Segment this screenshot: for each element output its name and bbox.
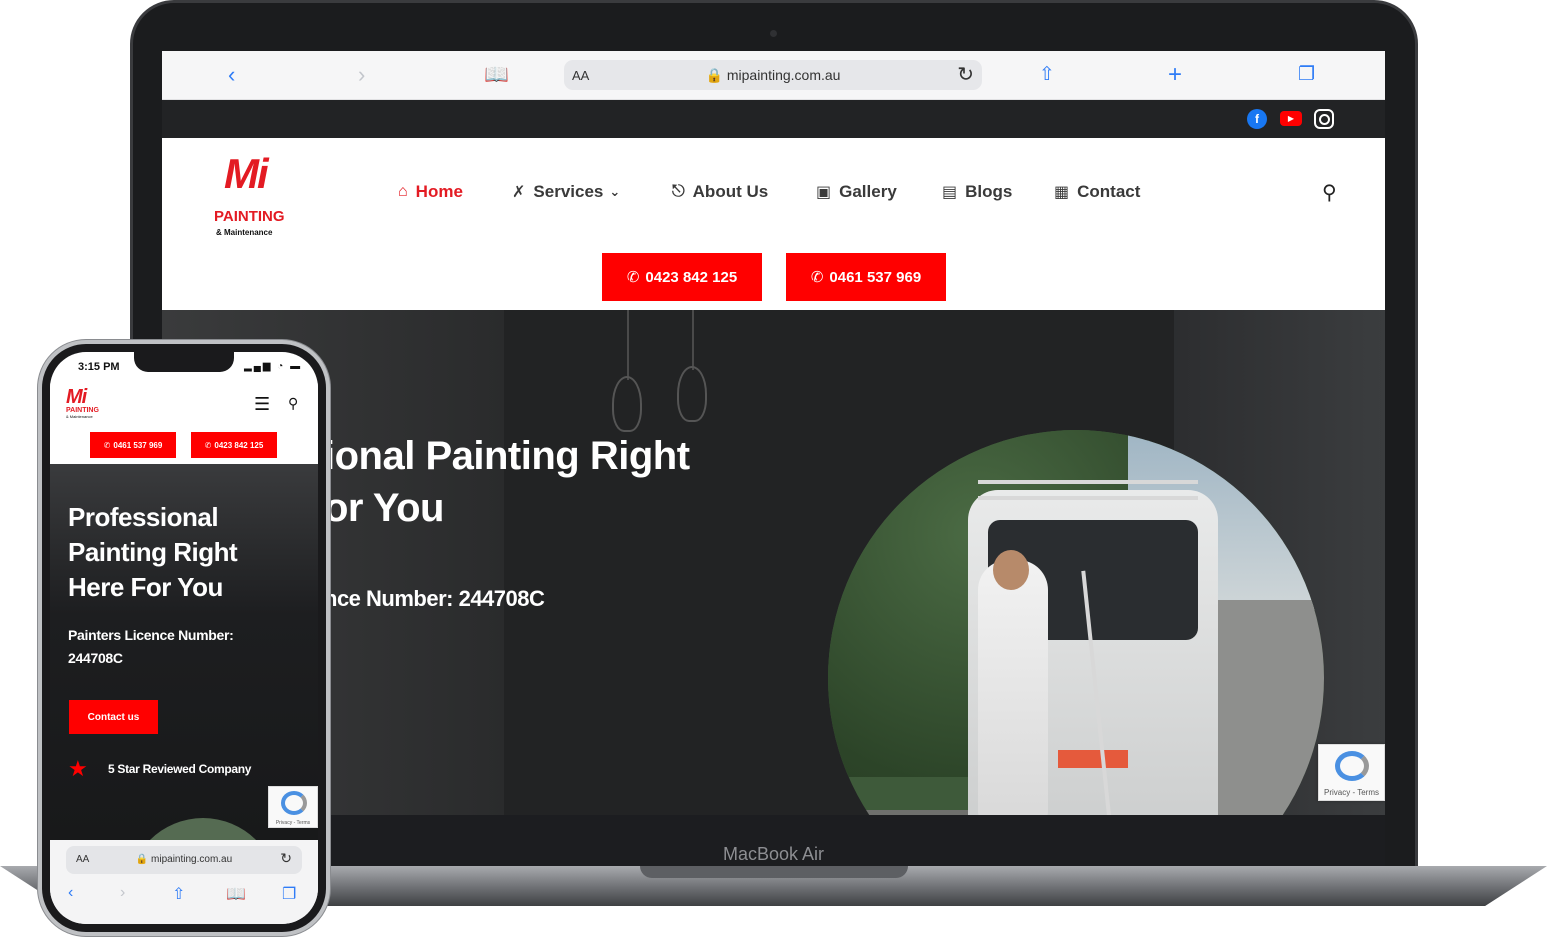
youtube-icon[interactable]: ▶ [1280, 111, 1302, 126]
mobile-hero: Professional Painting Right Here For You… [50, 464, 318, 840]
pendant-lamp-shade [677, 366, 707, 422]
tools-icon: ✗ [512, 184, 526, 201]
nav-contact[interactable]: ▦ Contact [1054, 182, 1140, 202]
laptop-screen: ‹ › 📖 AA 🔒 mipainting.com.au ↻ ⇧ + ❐ f ▶… [162, 51, 1385, 815]
phone-icon: ✆ [204, 440, 212, 450]
laptop-hinge-notch [640, 866, 908, 878]
chevron-down-icon: ⌄ [609, 184, 621, 199]
nav-gallery[interactable]: ▣ Gallery [816, 182, 897, 202]
call-button-2[interactable]: ✆ 0461 537 969 [786, 253, 946, 301]
mobile-call-button-1[interactable]: ✆ 0461 537 969 [90, 432, 176, 458]
nav-services[interactable]: ✗ Services ⌄ [512, 182, 620, 202]
share-icon[interactable]: ⇧ [172, 884, 185, 904]
home-icon: ⌂ [398, 183, 408, 200]
mobile-safari-bar: AA 🔒 mipainting.com.au ↻ ‹ › ⇧ 📖 ❐ [50, 840, 318, 924]
mobile-logo[interactable]: Mi PAINTING & Maintenance [66, 386, 106, 426]
social-strip: f ▶ [162, 100, 1385, 138]
image-icon: ▣ [816, 184, 832, 201]
device-mockup-stage: ‹ › 📖 AA 🔒 mipainting.com.au ↻ ⇧ + ❐ f ▶… [0, 0, 1547, 938]
mobile-hero-photo [128, 818, 278, 840]
phone-icon: ✆ [103, 440, 111, 450]
paint-roller-icon: ⎋ [672, 183, 685, 200]
site-header: Mi PAINTING & Maintenance ⌂ Home ✗ Servi… [162, 138, 1385, 310]
review-text: 5 Star Reviewed Company [108, 762, 252, 776]
hero-title: ional Painting Right or You [324, 434, 690, 530]
search-icon[interactable]: ⚲ [288, 395, 298, 412]
phone-icon: ✆ [626, 269, 640, 286]
search-icon[interactable]: ⚲ [1322, 180, 1337, 205]
phone-status-bar: 3:15 PM ▂▄▆ ◔ ▬ [50, 352, 318, 382]
laptop-camera [770, 30, 777, 37]
mobile-address-bar[interactable]: AA 🔒 mipainting.com.au ↻ [66, 846, 302, 874]
pendant-lamp-shade [612, 376, 642, 432]
chevron-left-icon[interactable]: ‹ [228, 63, 235, 87]
chevron-right-icon[interactable]: › [358, 63, 365, 87]
document-icon: ▤ [942, 184, 958, 201]
url-text: 🔒 mipainting.com.au [705, 67, 841, 83]
contact-card-icon: ▦ [1054, 184, 1070, 201]
pendant-lamp [627, 310, 629, 380]
status-icons: ▂▄▆ ◔ ▬ [244, 361, 303, 372]
nav-blogs[interactable]: ▤ Blogs [942, 182, 1012, 202]
star-icon: ★ [68, 756, 88, 781]
recaptcha-icon [1335, 751, 1369, 781]
facebook-icon[interactable]: f [1247, 109, 1267, 129]
mobile-call-button-2[interactable]: ✆ 0423 842 125 [191, 432, 277, 458]
pendant-lamp [692, 310, 694, 370]
mobile-header: Mi PAINTING & Maintenance ☰ ⚲ ✆ 0461 537… [50, 382, 318, 464]
phone-notch [134, 352, 234, 372]
contact-us-button[interactable]: Contact us [69, 700, 158, 734]
call-button-1[interactable]: ✆ 0423 842 125 [602, 253, 762, 301]
reload-icon[interactable]: ↻ [957, 62, 974, 87]
mobile-hero-title: Professional Painting Right Here For You [68, 502, 238, 602]
hero-section: ional Painting Right or You nce Number: … [162, 310, 1385, 815]
hero-photo-circle [828, 430, 1324, 815]
mobile-licence: Painters Licence Number: 244708C [68, 627, 234, 666]
logo-painting-text: PAINTING [214, 208, 285, 225]
book-icon[interactable]: 📖 [484, 63, 509, 87]
phone-screen: 3:15 PM ▂▄▆ ◔ ▬ Mi PAINTING & Maintenanc… [50, 352, 318, 924]
nav-home[interactable]: ⌂ Home [398, 182, 463, 202]
status-time: 3:15 PM [78, 361, 120, 373]
address-bar[interactable]: AA 🔒 mipainting.com.au ↻ [564, 60, 982, 90]
chevron-left-icon[interactable]: ‹ [68, 884, 73, 902]
recaptcha-icon [281, 791, 307, 815]
plus-icon[interactable]: + [1168, 63, 1182, 87]
recaptcha-badge[interactable]: Privacy - Terms [1318, 744, 1385, 801]
tabs-icon[interactable]: ❐ [1298, 63, 1315, 87]
reload-icon[interactable]: ↻ [280, 850, 292, 867]
share-icon[interactable]: ⇧ [1039, 63, 1055, 87]
logo-maintenance-text: & Maintenance [216, 228, 273, 237]
book-icon[interactable]: 📖 [226, 884, 246, 904]
safari-toolbar: ‹ › 📖 AA 🔒 mipainting.com.au ↻ ⇧ + ❐ [162, 51, 1385, 100]
hamburger-menu-icon[interactable]: ☰ [254, 394, 270, 415]
nav-about-us[interactable]: ⎋ About Us [672, 182, 768, 202]
recaptcha-badge[interactable]: Privacy - Terms [268, 786, 318, 828]
logo-mark: Mi [224, 150, 269, 197]
painter-figure [978, 560, 1048, 815]
chevron-right-icon[interactable]: › [120, 884, 125, 902]
tabs-icon[interactable]: ❐ [282, 884, 296, 904]
instagram-icon[interactable] [1314, 109, 1334, 129]
logo-mark: Mi [66, 386, 87, 408]
phone-icon: ✆ [810, 269, 824, 286]
site-logo[interactable]: Mi PAINTING & Maintenance [214, 150, 304, 240]
hero-licence: nce Number: 244708C [324, 586, 545, 611]
